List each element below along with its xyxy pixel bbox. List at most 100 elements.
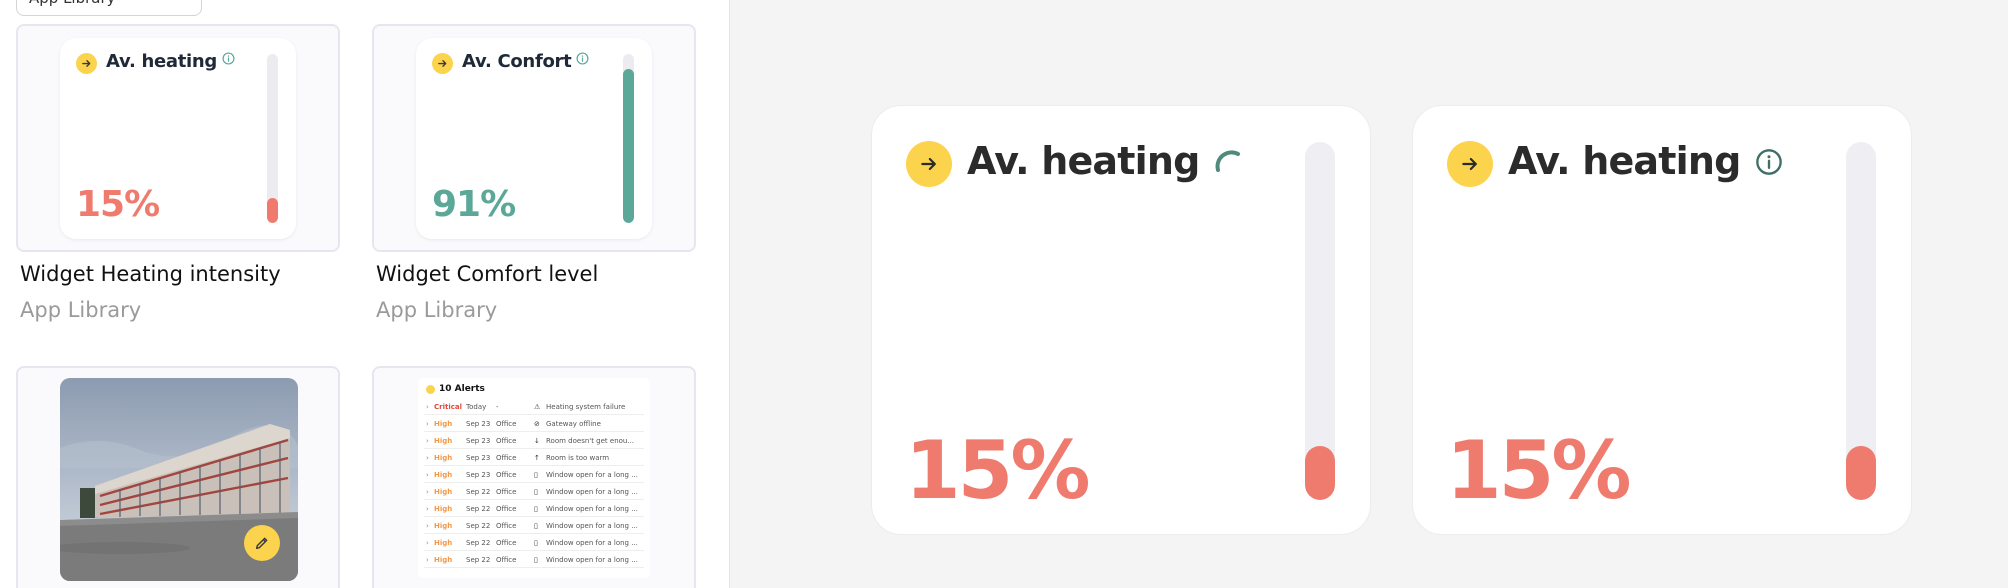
alert-message: Room is too warm [546, 454, 610, 462]
alert-message: Room doesn't get enou... [546, 437, 635, 445]
alert-severity: High [434, 420, 453, 428]
alert-room: Office [496, 420, 517, 428]
level-track [1305, 142, 1335, 500]
alert-room: Office [496, 522, 517, 530]
alert-row[interactable]: › High Sep 22 Office ▯ Window open for a long… [424, 502, 644, 517]
heating-widget[interactable]: Av. heating 15% [1412, 105, 1912, 535]
library-card-building-image[interactable] [16, 366, 340, 588]
chevron-right-icon: › [426, 556, 429, 564]
mini-widget-title: Av. Confort [462, 51, 572, 72]
loading-spinner-icon [1215, 150, 1240, 172]
arrow-right-icon [1462, 157, 1477, 171]
mini-level-track [623, 54, 634, 223]
arrow-right-icon [921, 157, 936, 171]
alert-severity: High [434, 471, 453, 479]
window-icon: ▯ [534, 522, 538, 530]
alerts-title: 10 Alerts [439, 384, 485, 394]
window-icon: ▯ [534, 471, 538, 479]
building-photo [60, 378, 298, 581]
edit-button[interactable] [244, 525, 280, 561]
chevron-right-icon: › [426, 454, 429, 462]
alert-row[interactable]: › High Sep 23 Office ↑ Room is too warm [424, 451, 644, 466]
alert-date: Sep 23 [466, 454, 491, 462]
alert-severity: High [434, 488, 453, 496]
mini-widget-heating: Av. heating 15% [60, 38, 296, 239]
library-card-alerts[interactable]: 10 Alerts › Critical Today - ⚠ Heating system… [372, 366, 696, 588]
arrow-right-button[interactable] [906, 141, 952, 187]
temperature-up-icon: ↑ [534, 454, 540, 462]
info-icon [222, 52, 235, 65]
alert-row[interactable]: › High Sep 23 Office ↓ Room doesn't get enou.… [424, 434, 644, 449]
level-fill [1846, 446, 1876, 500]
library-card-subtitle: App Library [20, 298, 142, 322]
alert-date: Sep 22 [466, 522, 491, 530]
mini-level-track [267, 54, 278, 223]
alert-row[interactable]: › High Sep 23 Office ⊘ Gateway offline [424, 417, 644, 432]
arrow-right-icon [432, 53, 453, 74]
alert-date: Sep 23 [466, 437, 491, 445]
library-card-title: Widget Comfort level [376, 262, 599, 286]
window-icon: ▯ [534, 539, 538, 547]
window-icon: ▯ [534, 556, 538, 564]
widget-value: 15% [905, 424, 1090, 517]
alert-severity: High [434, 437, 453, 445]
app-library-button[interactable]: App Library [16, 0, 202, 16]
heating-widget-loading[interactable]: Av. heating 15% [871, 105, 1371, 535]
chevron-right-icon: › [426, 488, 429, 496]
alert-row[interactable]: › High Sep 22 Office ▯ Window open for a long… [424, 536, 644, 551]
widget-title: Av. heating [1508, 139, 1741, 183]
alert-date: Sep 22 [466, 556, 491, 564]
alert-severity: High [434, 522, 453, 530]
alert-row[interactable]: › High Sep 22 Office ▯ Window open for a long… [424, 519, 644, 534]
library-card-heating[interactable]: Av. heating 15% [16, 24, 340, 252]
info-icon [576, 52, 589, 65]
alert-severity: High [434, 505, 453, 513]
alert-row[interactable]: › High Sep 22 Office ▯ Window open for a long… [424, 485, 644, 500]
widget-title: Av. heating [967, 139, 1200, 183]
info-icon[interactable] [1755, 148, 1783, 176]
alert-date: Sep 23 [466, 420, 491, 428]
alert-message: Window open for a long ... [546, 522, 638, 530]
mini-widget-title: Av. heating [106, 51, 218, 72]
mini-widget-value: 15% [76, 184, 160, 225]
alert-room: - [496, 403, 499, 411]
pencil-icon [255, 537, 268, 550]
alert-severity: Critical [434, 403, 463, 411]
mini-alerts-widget: 10 Alerts › Critical Today - ⚠ Heating system… [418, 378, 650, 578]
alert-room: Office [496, 556, 517, 564]
alert-severity: High [434, 539, 453, 547]
window-icon: ▯ [534, 505, 538, 513]
window-icon: ▯ [534, 488, 538, 496]
chevron-right-icon: › [426, 403, 429, 411]
alert-room: Office [496, 505, 517, 513]
chevron-right-icon: › [426, 471, 429, 479]
chevron-right-icon: › [426, 539, 429, 547]
alert-date: Sep 22 [466, 488, 491, 496]
alert-message: Window open for a long ... [546, 471, 638, 479]
alert-row[interactable]: › High Sep 22 Office ▯ Window open for a long… [424, 553, 644, 568]
level-fill [1305, 446, 1335, 500]
alert-date: Sep 22 [466, 539, 491, 547]
mini-widget-value: 91% [432, 184, 516, 225]
chevron-right-icon: › [426, 437, 429, 445]
mini-widget-comfort: Av. Confort 91% [416, 38, 652, 239]
library-card-subtitle: App Library [376, 298, 498, 322]
library-card-comfort[interactable]: Av. Confort 91% [372, 24, 696, 252]
alert-row[interactable]: › High Sep 23 Office ▯ Window open for a long… [424, 468, 644, 483]
arrow-right-button[interactable] [1447, 141, 1493, 187]
chevron-right-icon: › [426, 505, 429, 513]
alert-row[interactable]: › Critical Today - ⚠ Heating system failure [424, 400, 644, 415]
alert-message: Window open for a long ... [546, 539, 638, 547]
widget-value: 15% [1446, 424, 1631, 517]
alert-room: Office [496, 454, 517, 462]
alert-date: Sep 22 [466, 505, 491, 513]
alert-message: Window open for a long ... [546, 505, 638, 513]
alert-room: Office [496, 488, 517, 496]
alert-message: Gateway offline [546, 420, 601, 428]
warning-icon: ⚠ [534, 403, 541, 411]
alert-room: Office [496, 471, 517, 479]
temperature-down-icon: ↓ [534, 437, 540, 445]
arrow-right-icon [426, 384, 435, 394]
arrow-right-icon [76, 53, 97, 74]
mini-level-fill [267, 197, 278, 223]
